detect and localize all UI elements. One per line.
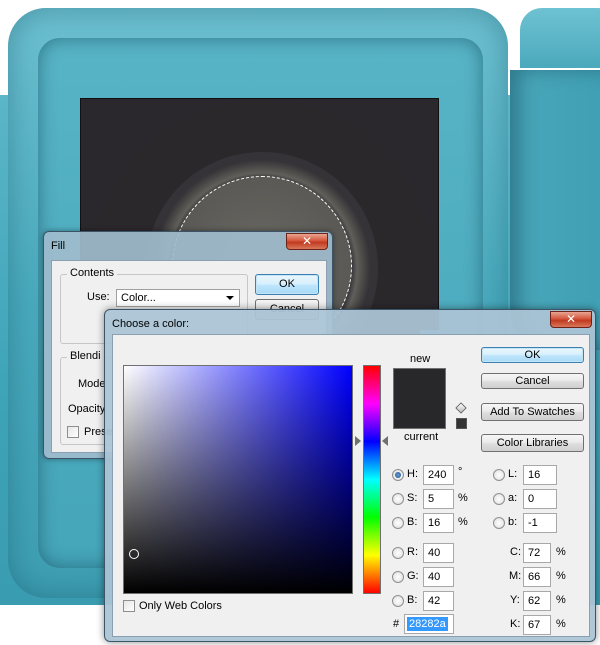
fill-ok-button[interactable]: OK (255, 274, 319, 295)
cyan-field[interactable]: 72 (523, 543, 551, 563)
only-web-colors-label: Only Web Colors (139, 600, 222, 612)
saturation-field[interactable]: 5 (423, 489, 454, 509)
magenta-field[interactable]: 66 (523, 567, 551, 587)
hue-unit: ° (458, 466, 463, 478)
red-radio[interactable] (392, 547, 404, 559)
hue-radio[interactable] (392, 469, 404, 481)
black-key: K: (510, 618, 521, 630)
magenta-unit: % (556, 570, 566, 582)
red-key: R: (407, 546, 418, 558)
brightness-key: B: (407, 516, 418, 528)
cyan-unit: % (556, 546, 566, 558)
hue-slider[interactable] (363, 365, 381, 594)
camera-knob (520, 8, 600, 68)
picker-ok-button[interactable]: OK (481, 347, 584, 363)
black-field[interactable]: 67 (523, 615, 551, 635)
blending-label: Blendi (67, 350, 104, 362)
color-field[interactable] (123, 365, 353, 594)
contents-label: Contents (67, 267, 118, 279)
hue-field[interactable]: 240 (423, 465, 454, 485)
yellow-unit: % (556, 594, 566, 606)
saturation-key: S: (407, 492, 418, 504)
blue-field[interactable]: 42 (423, 591, 454, 611)
green-key: G: (407, 570, 419, 582)
hue-slider-left-arrow-icon[interactable] (355, 436, 361, 446)
lab-b-key: b: (508, 516, 518, 528)
hex-prefix: # (393, 618, 400, 630)
brightness-radio[interactable] (392, 517, 404, 529)
use-select-value: Color... (121, 292, 156, 304)
opacity-label: Opacity (68, 403, 106, 415)
green-field[interactable]: 40 (423, 567, 454, 587)
color-picker-close-button[interactable]: ✕ (550, 311, 592, 328)
lab-a-key: a: (508, 492, 518, 504)
cyan-key: C: (510, 546, 521, 558)
fill-dialog-title: Fill (51, 240, 66, 252)
blue-key: B: (407, 594, 418, 606)
new-color-swatch (393, 368, 446, 399)
hex-field[interactable]: 28282a (404, 614, 454, 634)
saturation-radio[interactable] (392, 493, 404, 505)
use-label: Use: (87, 291, 110, 303)
current-color-swatch[interactable] (393, 398, 446, 429)
cube-icon[interactable] (455, 402, 467, 414)
new-color-label: new (410, 353, 431, 365)
fill-close-button[interactable]: ✕ (286, 233, 328, 250)
camera-side (510, 70, 600, 350)
web-safe-swatch-icon[interactable] (456, 418, 467, 429)
hex-value: 28282a (407, 617, 448, 631)
lab-l-radio[interactable] (493, 469, 505, 481)
lab-l-key: L: (508, 468, 518, 480)
mode-label: Mode (78, 378, 106, 390)
blue-radio[interactable] (392, 595, 404, 607)
only-web-colors-checkbox[interactable] (123, 600, 135, 612)
lab-l-field[interactable]: 16 (523, 465, 557, 485)
saturation-unit: % (458, 492, 468, 504)
use-select[interactable]: Color... (116, 289, 240, 307)
color-libraries-button[interactable]: Color Libraries (481, 434, 584, 452)
preserve-checkbox[interactable] (67, 426, 79, 438)
add-to-swatches-button[interactable]: Add To Swatches (481, 403, 584, 421)
color-picker-dialog: Choose a color: ✕ new current OK Cancel … (104, 309, 596, 642)
current-color-label: current (404, 431, 439, 443)
lab-b-radio[interactable] (493, 517, 505, 529)
black-unit: % (556, 618, 566, 630)
lab-a-field[interactable]: 0 (523, 489, 557, 509)
red-field[interactable]: 40 (423, 543, 454, 563)
yellow-key: Y: (510, 594, 520, 606)
brightness-field[interactable]: 16 (423, 513, 454, 533)
magenta-key: M: (509, 570, 522, 582)
hue-slider-right-arrow-icon[interactable] (382, 436, 388, 446)
chevron-down-icon (226, 296, 234, 300)
brightness-unit: % (458, 516, 468, 528)
picker-cancel-button[interactable]: Cancel (481, 373, 584, 389)
green-radio[interactable] (392, 571, 404, 583)
lab-a-radio[interactable] (493, 493, 505, 505)
color-field-cursor[interactable] (129, 549, 139, 559)
hue-key: H: (407, 468, 418, 480)
yellow-field[interactable]: 62 (523, 591, 551, 611)
lab-b-field[interactable]: -1 (523, 513, 557, 533)
color-picker-title: Choose a color: (112, 318, 190, 330)
